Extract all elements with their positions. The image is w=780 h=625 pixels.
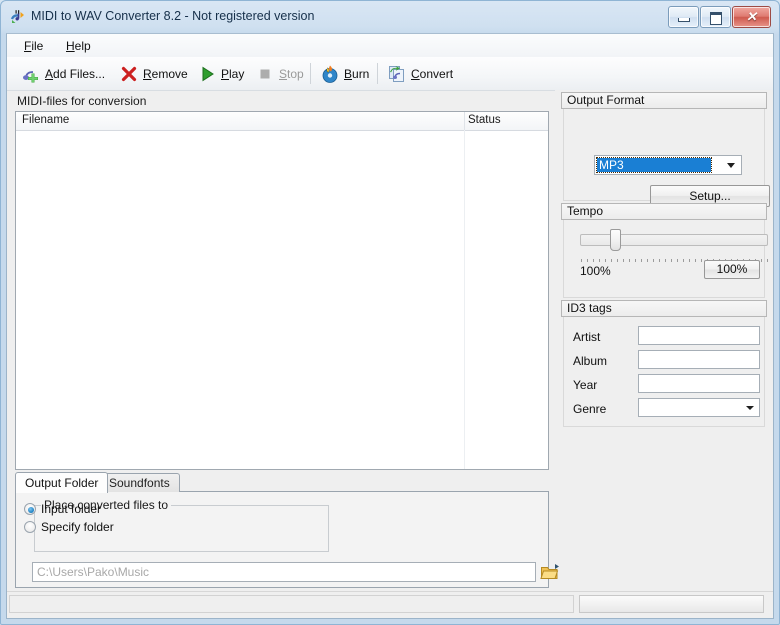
maximize-button[interactable] bbox=[700, 6, 731, 28]
toolbar-separator-1 bbox=[310, 63, 311, 84]
toolbar-burn-label: Burn bbox=[344, 66, 370, 81]
filelist-header-row: Filename Status bbox=[16, 112, 548, 131]
output-format-selected-value: MP3 bbox=[596, 157, 712, 173]
status-text bbox=[9, 595, 574, 613]
menu-help-label-rest: elp bbox=[74, 39, 91, 53]
tab-output-folder[interactable]: Output Folder bbox=[15, 472, 109, 493]
toolbar-remove-button[interactable]: Remove Remove bbox=[119, 61, 188, 86]
application-window: MIDI to WAV Converter 8.2 - Not register… bbox=[0, 0, 780, 625]
id3-genre-label: Genre bbox=[573, 402, 607, 416]
toolbar-play-label: Play bbox=[221, 66, 245, 81]
tab-content-output-folder: Place converted files to Input folder Sp… bbox=[15, 491, 559, 588]
tempo-header: Tempo bbox=[561, 203, 767, 220]
radio-specify-folder-label: Specify folder bbox=[41, 520, 114, 534]
output-format-body: MP3 Setup... bbox=[563, 109, 770, 207]
radio-input-folder[interactable]: Input folder bbox=[24, 501, 101, 517]
minimize-button[interactable] bbox=[668, 6, 699, 28]
radio-specify-folder[interactable]: Specify folder bbox=[24, 519, 114, 535]
window-title: MIDI to WAV Converter 8.2 - Not register… bbox=[31, 9, 315, 23]
chevron-down-icon[interactable] bbox=[743, 401, 757, 414]
radio-unselected-icon bbox=[24, 521, 36, 533]
id3-genre-combobox[interactable] bbox=[638, 398, 760, 417]
right-pane: Output Format MP3 Setup... Tempo 100% 10… bbox=[555, 90, 773, 590]
bottom-tab-panel: Output Folder Soundfonts Place converted… bbox=[15, 472, 559, 588]
open-folder-icon[interactable] bbox=[540, 562, 560, 582]
column-header-filename[interactable]: Filename bbox=[22, 114, 69, 126]
close-button[interactable]: ✕ bbox=[732, 6, 771, 28]
close-icon: ✕ bbox=[746, 9, 757, 24]
radio-input-folder-label: Input folder bbox=[41, 502, 102, 516]
toolbar-burn-button[interactable]: Burn Burn bbox=[320, 61, 369, 86]
id3-year-input[interactable] bbox=[638, 374, 760, 393]
burn-disc-icon bbox=[320, 64, 340, 84]
chevron-down-icon[interactable] bbox=[723, 158, 739, 172]
menu-bar: File Help File Help bbox=[7, 34, 773, 58]
status-grip-panel[interactable] bbox=[579, 595, 764, 613]
tempo-slider-track[interactable] bbox=[580, 234, 768, 246]
menu-item-help[interactable]: Help bbox=[57, 38, 100, 54]
toolbar-separator-2 bbox=[377, 63, 378, 84]
id3-year-label: Year bbox=[573, 378, 598, 392]
id3-tags-header: ID3 tags bbox=[561, 300, 767, 317]
tab-strip: Output Folder Soundfonts bbox=[15, 472, 549, 493]
id3-artist-input[interactable] bbox=[638, 326, 760, 345]
toolbar-convert-label: Convert bbox=[411, 66, 454, 81]
output-format-combobox[interactable]: MP3 bbox=[594, 155, 742, 175]
filelist-caption: MIDI-files for conversion bbox=[17, 94, 147, 108]
play-triangle-icon bbox=[197, 64, 217, 84]
id3-album-label: Album bbox=[573, 354, 608, 368]
red-x-icon bbox=[119, 64, 139, 84]
column-divider[interactable] bbox=[464, 112, 465, 130]
output-format-header: Output Format bbox=[561, 92, 767, 109]
id3-tags-body: Artist Album Year Genre bbox=[563, 317, 765, 427]
client-area: File Help File Help bbox=[6, 33, 774, 619]
tempo-slider-thumb[interactable] bbox=[610, 229, 621, 251]
menu-file-label-rest: ile bbox=[31, 39, 44, 53]
add-note-icon bbox=[21, 64, 41, 84]
id3-artist-label: Artist bbox=[573, 330, 601, 344]
toolbar-remove-label: Remove bbox=[143, 66, 188, 81]
title-bar: MIDI to WAV Converter 8.2 - Not register… bbox=[1, 1, 779, 33]
id3-album-input[interactable] bbox=[638, 350, 760, 369]
tempo-value-label: 100% bbox=[580, 264, 611, 278]
stop-square-icon bbox=[255, 64, 275, 84]
tab-soundfonts[interactable]: Soundfonts bbox=[99, 473, 180, 492]
convert-pages-icon bbox=[387, 64, 407, 84]
toolbar-add-files-label: Add Files... bbox=[45, 66, 106, 81]
toolbar-play-button[interactable]: Play Play bbox=[197, 61, 244, 86]
midi-file-list[interactable]: Filename Status bbox=[15, 111, 549, 470]
tempo-body: 100% 100% bbox=[563, 220, 768, 298]
column-header-status[interactable]: Status bbox=[468, 114, 501, 126]
app-convert-icon bbox=[9, 8, 27, 26]
toolbar-stop-button[interactable]: Stop Stop bbox=[255, 61, 304, 86]
tempo-reset-button[interactable]: 100% bbox=[704, 260, 760, 279]
filelist-body-divider bbox=[464, 130, 465, 469]
menu-item-file[interactable]: File bbox=[15, 38, 52, 54]
output-path-input[interactable]: C:\Users\Pako\Music bbox=[32, 562, 536, 582]
tempo-slider-ticks bbox=[581, 252, 769, 262]
toolbar: Add Files... Add Files... Remove Remove bbox=[7, 57, 773, 91]
left-pane: MIDI-files for conversion Filename Statu… bbox=[7, 90, 559, 590]
toolbar-convert-button[interactable]: Convert Convert bbox=[387, 61, 453, 86]
radio-selected-icon bbox=[24, 503, 36, 515]
status-bar bbox=[7, 591, 773, 618]
toolbar-add-files-button[interactable]: Add Files... Add Files... bbox=[21, 61, 105, 86]
toolbar-stop-label: Stop bbox=[279, 66, 304, 81]
